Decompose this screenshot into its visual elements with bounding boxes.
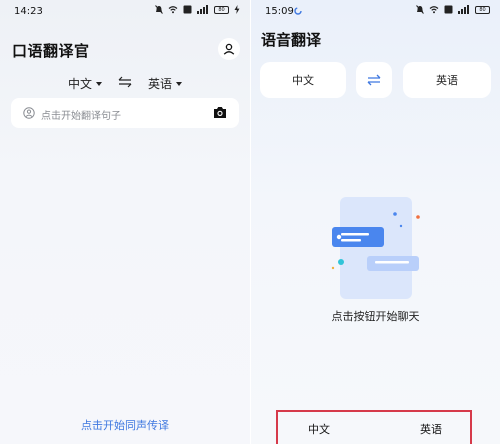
- status-icons: 80: [416, 5, 490, 14]
- translate-input[interactable]: 点击开始翻译句子: [11, 98, 239, 128]
- caret-down-icon: [176, 81, 183, 86]
- swap-icon: [367, 74, 381, 86]
- empty-state-hint: 点击按钮开始聊天: [331, 310, 420, 323]
- simultaneous-interpretation-link[interactable]: 点击开始同声传译: [0, 417, 250, 433]
- status-icons: 80: [155, 5, 240, 14]
- user-icon: [223, 43, 235, 55]
- target-language-dropdown[interactable]: 英语: [148, 75, 183, 92]
- signal-icon: [197, 5, 208, 14]
- source-language-label: 中文: [68, 77, 93, 91]
- caret-down-icon: [96, 81, 103, 86]
- swap-languages-button[interactable]: [356, 62, 392, 98]
- charging-icon: [234, 5, 240, 14]
- mute-icon: [155, 5, 163, 14]
- hd-icon: [183, 5, 192, 14]
- voice-translate-screen: 15:09 80 语音翻译 中文 英语 点击按钮开始聊天 中文 英语: [251, 0, 500, 444]
- sync-icon: [294, 7, 302, 15]
- profile-button[interactable]: [218, 38, 240, 60]
- speak-target-button[interactable]: 英语: [420, 421, 442, 437]
- target-language-label: 英语: [148, 77, 173, 91]
- wifi-icon: [429, 6, 439, 14]
- source-language-dropdown[interactable]: 中文: [68, 75, 103, 92]
- camera-icon[interactable]: [213, 106, 227, 119]
- speak-language-bar: 中文 英语: [276, 410, 472, 444]
- hd-icon: [444, 5, 453, 14]
- status-time: 14:23: [14, 6, 43, 17]
- wifi-icon: [168, 6, 178, 14]
- battery-indicator: 80: [475, 5, 490, 14]
- text-translate-screen: 14:23 80 口语翻译官 中文 英语 点击开始翻译句子 点击开始同声传译: [0, 0, 250, 444]
- status-time: 15:09: [265, 6, 294, 17]
- page-title: 语音翻译: [261, 31, 322, 49]
- app-title: 口语翻译官: [12, 42, 90, 60]
- target-language-button[interactable]: 英语: [403, 62, 491, 98]
- target-language-label: 英语: [436, 74, 458, 87]
- voice-input-icon[interactable]: [23, 107, 35, 119]
- status-bar: 15:09 80: [251, 0, 500, 22]
- mute-icon: [416, 5, 424, 14]
- signal-icon: [458, 5, 469, 14]
- speak-source-button[interactable]: 中文: [308, 421, 330, 437]
- swap-languages-icon[interactable]: [118, 76, 132, 88]
- source-language-button[interactable]: 中文: [260, 62, 346, 98]
- status-bar: 14:23 80: [0, 0, 250, 22]
- translate-input-placeholder: 点击开始翻译句子: [41, 111, 121, 122]
- source-language-label: 中文: [292, 74, 314, 87]
- chat-illustration: [331, 197, 420, 299]
- battery-indicator: 80: [214, 5, 229, 14]
- language-selector-row: 中文 英语: [0, 73, 250, 91]
